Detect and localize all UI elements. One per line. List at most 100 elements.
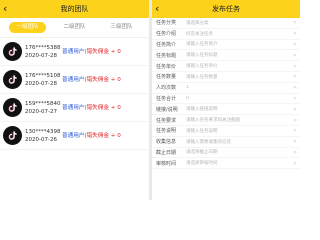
chevron-right-icon: ›: [293, 84, 296, 92]
member-phone: 159****5840: [25, 100, 61, 107]
form-field-row[interactable]: 链接/说明 请输入链接说明 ›: [152, 104, 300, 116]
member-list: 176****5388 2020-07-28 普通用户(错失佣金 + 0 176***…: [0, 38, 149, 150]
form-field-label: 任务标题: [156, 52, 177, 59]
team-panel: ‹ 我的团队 一级团队 二级团队 三级团队 176****5388 2020-07…: [0, 0, 149, 200]
missed-commission-label: (错失佣金 + 0: [84, 76, 121, 83]
form-field-row[interactable]: 任务数量 请输入任务数量 ›: [152, 72, 300, 83]
user-type-label: 普通用户: [62, 48, 85, 55]
form-field-input[interactable]: 请输入任务单价: [186, 63, 294, 69]
form-field-row[interactable]: 任务单价 请输入任务单价 ›: [152, 61, 300, 72]
form-field-label: 任务数量: [156, 74, 177, 81]
form-field-input[interactable]: 请选择审核时间: [186, 160, 294, 166]
form-field-row[interactable]: 任务分类 请选择分类 ›: [152, 18, 300, 29]
member-status: 普通用户(错失佣金 + 0: [62, 76, 146, 84]
member-date: 2020-07-26: [25, 136, 57, 143]
member-info: 176****5108 2020-07-28: [25, 72, 62, 88]
form-field-input[interactable]: 请输入任务简介: [186, 41, 294, 47]
form-field-label: 链接/说明: [156, 106, 178, 113]
user-type-label: 普通用户: [62, 104, 85, 111]
form-field-row[interactable]: 任务说明 请输入任务说明 ›: [152, 126, 300, 137]
publish-task-panel: ‹ 发布任务 任务分类 请选择分类 › 任务介绍 抖音关注任务 › 任务简介 请输入任务简介 ›…: [152, 0, 300, 200]
form-field-row[interactable]: 任务标题 请输入任务标题 ›: [152, 50, 300, 62]
form-field-row[interactable]: 任务介绍 抖音关注任务 ›: [152, 29, 300, 40]
chevron-right-icon: ›: [293, 138, 296, 146]
task-form: 任务分类 请选择分类 › 任务介绍 抖音关注任务 › 任务简介 请输入任务简介 › 任务标题 请输入…: [152, 18, 300, 170]
chevron-right-icon: ›: [293, 127, 296, 135]
tab-level-2[interactable]: 二级团队: [56, 22, 92, 33]
form-field-label: 审核时间: [156, 160, 177, 167]
chevron-right-icon: ›: [293, 62, 296, 70]
form-field-label: 任务说明: [156, 128, 177, 135]
member-status: 普通用户(错失佣金 + 0: [62, 132, 146, 140]
missed-commission-label: (错失佣金 + 0: [84, 104, 121, 111]
form-field-label: 任务合计: [156, 95, 177, 102]
tiktok-logo-icon: [3, 126, 22, 145]
form-field-row[interactable]: 人均次数 1 ›: [152, 83, 300, 94]
form-field-input[interactable]: 抖音关注任务: [186, 31, 294, 37]
user-type-label: 普通用户: [62, 132, 85, 139]
form-field-label: 截止日期: [156, 149, 177, 156]
member-info: 176****5388 2020-07-28: [25, 44, 62, 60]
chevron-right-icon: ›: [293, 116, 296, 124]
form-field-row[interactable]: 任务简介 请输入任务简介 ›: [152, 40, 300, 51]
publish-header: ‹ 发布任务: [152, 0, 300, 18]
member-phone: 176****5108: [25, 72, 61, 79]
form-field-input[interactable]: 请输入任务要求如关注截图: [186, 117, 294, 123]
tab-level-3[interactable]: 三级团队: [103, 22, 139, 33]
tiktok-logo-icon: [3, 42, 22, 61]
form-field-row[interactable]: 审核时间 请选择审核时间 ›: [152, 158, 300, 170]
form-field-row[interactable]: 任务要求 请输入任务要求如关注截图 ›: [152, 115, 300, 126]
form-field-label: 任务要求: [156, 117, 177, 124]
tiktok-logo-icon: [3, 70, 22, 89]
form-field-row[interactable]: 任务合计 0 ›: [152, 94, 300, 105]
page-title: 发布任务: [212, 5, 240, 13]
member-date: 2020-07-28: [25, 80, 57, 87]
form-field-label: 任务单价: [156, 63, 177, 70]
form-field-input[interactable]: 请选择分类: [186, 20, 294, 26]
member-row[interactable]: 176****5108 2020-07-28 普通用户(错失佣金 + 0: [0, 66, 149, 94]
chevron-right-icon: ›: [293, 73, 296, 81]
form-field-label: 人均次数: [156, 85, 177, 92]
form-field-label: 任务分类: [156, 20, 177, 27]
member-date: 2020-07-27: [25, 108, 57, 115]
member-phone: 130****4398: [25, 128, 61, 135]
member-row[interactable]: 130****4398 2020-07-26 普通用户(错失佣金 + 0: [0, 122, 149, 150]
form-field-input[interactable]: 请选择截止日期: [186, 149, 294, 155]
user-type-label: 普通用户: [62, 76, 85, 83]
member-row[interactable]: 176****5388 2020-07-28 普通用户(错失佣金 + 0: [0, 38, 149, 66]
member-status: 普通用户(错失佣金 + 0: [62, 104, 146, 112]
chevron-right-icon: ›: [293, 51, 296, 59]
missed-commission-label: (错失佣金 + 0: [84, 48, 121, 55]
team-tabs: 一级团队 二级团队 三级团队: [0, 18, 149, 38]
form-field-label: 任务介绍: [156, 31, 177, 38]
form-field-input[interactable]: 请输入任务说明: [186, 128, 294, 134]
form-field-row[interactable]: 收集信息 请输入需要收集的信息 ›: [152, 137, 300, 148]
team-header: ‹ 我的团队: [0, 0, 149, 18]
form-field-input[interactable]: 请输入链接说明: [186, 106, 294, 112]
tiktok-logo-icon: [3, 98, 22, 117]
form-field-input[interactable]: 请输入任务数量: [186, 74, 294, 80]
form-field-input[interactable]: 请输入需要收集的信息: [186, 139, 294, 145]
member-row[interactable]: 159****5840 2020-07-27 普通用户(错失佣金 + 0: [0, 94, 149, 122]
form-field-label: 收集信息: [156, 139, 177, 146]
form-field-label: 任务简介: [156, 41, 177, 48]
tab-level-1[interactable]: 一级团队: [9, 22, 46, 33]
chevron-right-icon: ›: [293, 30, 296, 38]
member-info: 130****4398 2020-07-26: [25, 128, 62, 144]
chevron-right-icon: ›: [293, 94, 296, 102]
missed-commission-label: (错失佣金 + 0: [84, 132, 121, 139]
form-field-row[interactable]: 截止日期 请选择截止日期 ›: [152, 148, 300, 159]
form-field-input[interactable]: 1: [186, 85, 294, 90]
member-info: 159****5840 2020-07-27: [25, 100, 62, 116]
chevron-right-icon: ›: [293, 148, 296, 156]
chevron-right-icon: ›: [293, 40, 296, 48]
form-field-input[interactable]: 请输入任务标题: [186, 52, 294, 58]
chevron-right-icon: ›: [293, 159, 296, 167]
chevron-right-icon: ›: [293, 19, 296, 27]
member-status: 普通用户(错失佣金 + 0: [62, 48, 146, 56]
form-field-input[interactable]: 0: [186, 96, 294, 101]
member-phone: 176****5388: [25, 44, 61, 51]
chevron-right-icon: ›: [293, 105, 296, 113]
page-title: 我的团队: [60, 5, 89, 13]
member-date: 2020-07-28: [25, 52, 57, 59]
